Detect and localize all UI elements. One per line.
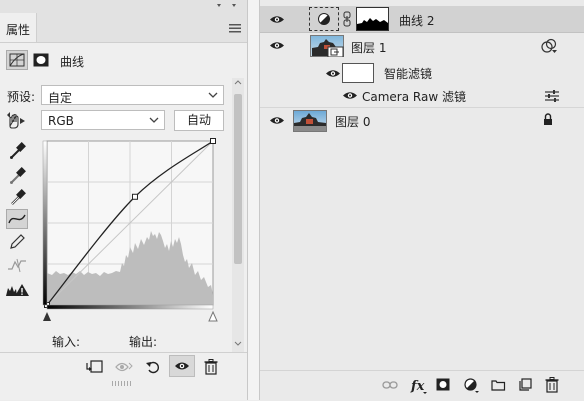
white-point-slider[interactable] xyxy=(208,310,218,322)
tab-label: 属性 xyxy=(6,23,31,37)
tab-bar: 属性 xyxy=(0,13,247,43)
reset-icon[interactable] xyxy=(145,359,161,375)
adjustment-icon xyxy=(318,13,330,25)
smart-object-thumbnail[interactable] xyxy=(310,35,344,57)
curve-point-tool[interactable] xyxy=(6,209,28,229)
auto-button[interactable]: 自动 xyxy=(174,110,224,131)
eyedropper-white-icon[interactable] xyxy=(8,188,26,208)
output-gradient-bar xyxy=(42,140,48,306)
blending-options-icon[interactable] xyxy=(545,90,559,102)
output-label: 输出: xyxy=(129,335,158,349)
layer-name: 图层 0 xyxy=(335,115,371,129)
preset-value: 自定 xyxy=(48,91,73,105)
clip-to-layer-icon[interactable] xyxy=(86,359,104,375)
eye-icon[interactable] xyxy=(325,68,341,79)
smooth-curve-icon[interactable] xyxy=(6,256,28,274)
tab-properties[interactable]: 属性 xyxy=(0,13,37,42)
mask-icon[interactable] xyxy=(436,378,450,391)
resize-grip-icon[interactable] xyxy=(112,381,132,386)
layer-name: 曲线 2 xyxy=(399,14,435,28)
clipping-warning-icon[interactable] xyxy=(5,282,31,298)
layer-row-layer-0[interactable]: 图层 0 xyxy=(260,107,584,134)
black-point-slider[interactable] xyxy=(43,312,51,321)
eyedropper-black-icon[interactable] xyxy=(8,141,26,161)
eyedropper-gray-icon[interactable] xyxy=(8,166,26,186)
fx-icon[interactable]: fx xyxy=(410,377,428,395)
adjustment-icon[interactable] xyxy=(464,378,480,394)
layer-name: 图层 1 xyxy=(351,41,387,55)
toggle-visibility-button[interactable] xyxy=(169,355,195,377)
curve-control-point[interactable] xyxy=(210,138,216,144)
scroll-up-icon[interactable] xyxy=(234,79,242,85)
adjustment-title: 曲线 xyxy=(60,55,85,69)
eye-icon xyxy=(175,362,189,370)
eye-icon[interactable] xyxy=(269,40,285,51)
layer-row-smart-filters[interactable]: 智能滤镜 xyxy=(260,61,584,87)
trash-icon[interactable] xyxy=(204,359,218,375)
eye-icon[interactable] xyxy=(269,14,285,25)
properties-scrollbar[interactable] xyxy=(232,78,244,352)
panel-header-bar xyxy=(0,0,247,13)
group-folder-icon[interactable] xyxy=(491,379,506,391)
curves-adjustment-icon[interactable] xyxy=(6,50,28,70)
curve-control-point[interactable] xyxy=(131,193,138,200)
lock-icon[interactable] xyxy=(543,113,553,126)
properties-panel: 属性 曲线 预设: 自定 RGB 自动 输入: 输出: xyxy=(0,0,247,400)
layer-row-layer-1[interactable]: 图层 1 xyxy=(260,34,584,60)
mask-thumbnail[interactable] xyxy=(356,7,389,31)
preset-label: 预设: xyxy=(7,90,36,104)
adjustment-thumbnail[interactable] xyxy=(309,7,339,31)
channel-dropdown[interactable]: RGB xyxy=(41,110,165,130)
chevron-down-icon xyxy=(149,117,159,123)
layer-thumbnail[interactable] xyxy=(293,110,327,132)
layer-row-curves-2[interactable]: 曲线 2 xyxy=(260,6,584,33)
curves-graph[interactable] xyxy=(38,135,228,330)
layer-mask-icon[interactable] xyxy=(33,53,49,67)
channel-value: RGB xyxy=(48,114,74,128)
pencil-icon[interactable] xyxy=(8,233,26,251)
filter-name: Camera Raw 滤镜 xyxy=(362,90,466,104)
eye-icon[interactable] xyxy=(342,90,358,101)
link-chain-icon[interactable] xyxy=(343,11,351,27)
divider xyxy=(0,352,247,353)
new-layer-icon[interactable] xyxy=(519,378,532,391)
smart-filter-mask-thumbnail[interactable] xyxy=(342,63,374,83)
view-previous-state-icon[interactable] xyxy=(114,360,134,374)
input-label: 输入: xyxy=(52,335,81,349)
preset-dropdown[interactable]: 自定 xyxy=(41,85,224,105)
link-icon[interactable] xyxy=(382,380,398,390)
layer-row-camera-raw-filter[interactable]: Camera Raw 滤镜 xyxy=(260,85,584,107)
svg-text:fx: fx xyxy=(410,379,425,394)
layers-bottom-toolbar: fx xyxy=(260,370,584,401)
input-gradient-bar xyxy=(46,304,214,310)
scrollbar-thumb[interactable] xyxy=(234,94,242,264)
layers-panel: 曲线 2 图层 1 智能滤镜 Camera Raw 滤镜 图层 0 fx xyxy=(260,0,584,401)
trash-icon[interactable] xyxy=(545,377,559,393)
layer-name: 智能滤镜 xyxy=(384,67,433,81)
panel-menu-icon[interactable] xyxy=(229,23,241,33)
eye-icon[interactable] xyxy=(269,115,285,126)
chevron-down-icon xyxy=(208,92,218,98)
scroll-down-icon[interactable] xyxy=(234,341,242,347)
target-adjustment-hand-icon[interactable] xyxy=(5,112,29,130)
smart-filter-indicator-icon[interactable] xyxy=(541,38,557,53)
collapse-icon[interactable] xyxy=(215,2,239,11)
